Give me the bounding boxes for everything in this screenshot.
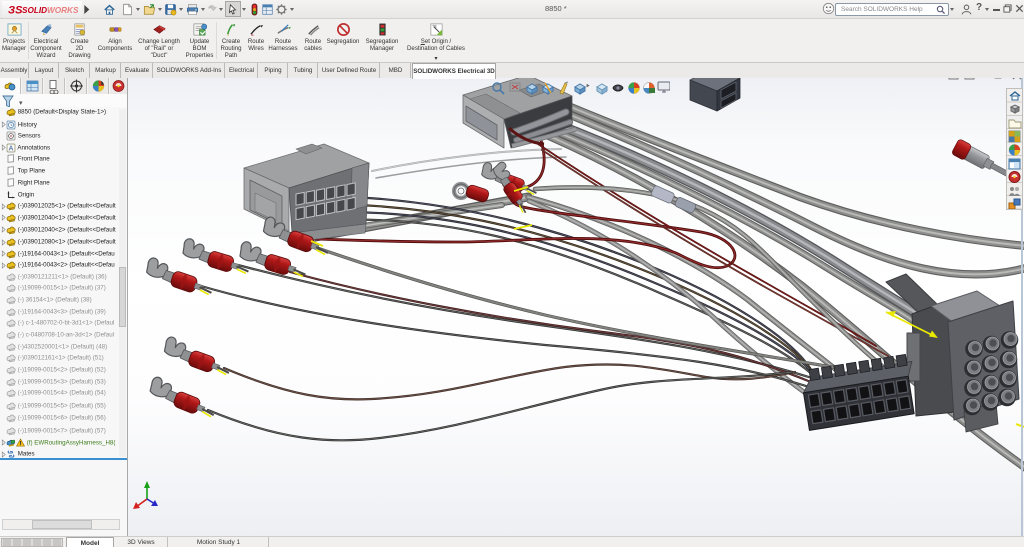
svg-text:ЗS: ЗS	[8, 5, 23, 17]
svg-text:SOLIDWORKS: SOLIDWORKS	[22, 6, 79, 15]
